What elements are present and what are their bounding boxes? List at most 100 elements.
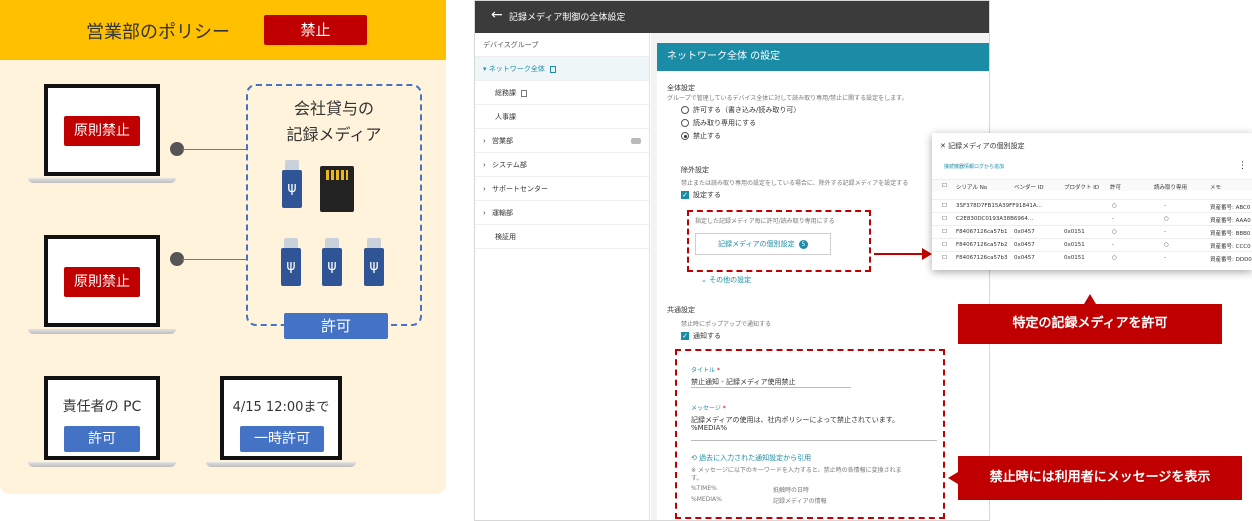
row-checkbox[interactable]: ☐ [942, 255, 947, 261]
cell-memo: 資産番号: CCC0 [1210, 244, 1251, 250]
usb-symbol: ψ [281, 248, 301, 286]
cell-memo: 資産番号: BBB0 [1210, 231, 1251, 237]
callout-allow-specific: 特定の記録メディアを許可 [958, 304, 1222, 344]
sidebar-item-label: ネットワーク全体 [488, 65, 545, 73]
back-arrow-icon[interactable]: ← [491, 7, 503, 23]
manager-pc-label: 責任者の PC [62, 399, 142, 415]
exclusion-checkbox[interactable]: ✓ 設定する [681, 190, 721, 200]
arrow-line [874, 253, 926, 255]
overall-desc: グループで管理しているデバイス全体に対して読み取り専用/禁止に関する設定をします… [667, 95, 908, 102]
cell-product: 0x0151 [1064, 242, 1085, 248]
policy-panel: 営業部のポリシー 禁止 原則禁止 原則禁止 会社貸与の 記録メディア ψ ψ ψ… [0, 0, 446, 494]
temporary-pc-label: 4/15 12:00まで [232, 400, 330, 415]
exclusion-heading: 除外設定 [681, 166, 709, 174]
tag-icon [631, 138, 641, 144]
cell-allow: ○ [1112, 203, 1117, 209]
row-checkbox[interactable]: ☐ [942, 229, 947, 235]
chevron-right-icon: › [483, 137, 486, 145]
laptop-2-base [28, 329, 176, 334]
company-media-title-line2: 記録メディア [286, 125, 382, 144]
sidebar-item-hr[interactable]: 人事課 [475, 105, 649, 129]
more-options-icon[interactable]: ⋮ [1238, 161, 1247, 171]
usb-drive-icon: ψ [322, 238, 342, 286]
radio-ban[interactable]: 禁止する [681, 131, 721, 141]
arrow-head-icon [922, 248, 932, 260]
select-all-checkbox[interactable]: ☐ [942, 183, 947, 189]
usb-symbol: ψ [364, 248, 384, 286]
checkbox-checked-icon: ✓ [681, 191, 689, 199]
sidebar-item-transport[interactable]: › 運輸部 [475, 201, 649, 225]
callout-show-message: 禁止時には利用者にメッセージを表示 [958, 456, 1242, 500]
temporary-pc-badge: 一時許可 [240, 426, 324, 452]
table-row[interactable]: ☐ F84067126ca57b2 0x0457 0x0151 - ○ 資産番号… [932, 238, 1252, 250]
cell-serial: F84067126ca57b1 [956, 229, 1008, 235]
sidebar-item-test[interactable]: 検証用 [475, 225, 649, 249]
close-icon[interactable]: ✕ [940, 142, 948, 150]
usb-drive-icon: ψ [282, 160, 302, 208]
radio-icon [681, 106, 689, 114]
chevron-down-icon: ⌄ [701, 276, 710, 284]
radio-label: 読み取り専用にする [693, 119, 757, 127]
company-media-title-line1: 会社貸与の [293, 99, 374, 118]
row-checkbox[interactable]: ☐ [942, 203, 947, 209]
usb-symbol: ψ [322, 248, 342, 286]
cell-serial: F84067126ca57b2 [956, 242, 1008, 248]
sidebar-item-system[interactable]: › システム部 [475, 153, 649, 177]
card-title: ネットワーク全体 の設定 [657, 43, 989, 71]
policy-ban-badge: 禁止 [264, 15, 367, 45]
cell-memo: 資産番号: ABC0 [1210, 205, 1251, 211]
notify-checkbox[interactable]: ✓ 通知する [681, 331, 721, 341]
cell-allow: - [1112, 242, 1114, 248]
chevron-right-icon: › [483, 185, 486, 193]
sidebar-item-label: サポートセンター [492, 185, 549, 193]
cell-allow: - [1112, 216, 1114, 222]
laptop-2-badge: 原則禁止 [64, 267, 140, 297]
sidebar-item-support[interactable]: › サポートセンター [475, 177, 649, 201]
laptop-1-line [182, 149, 246, 150]
cell-allow: ○ [1112, 255, 1117, 261]
table-row[interactable]: ☐ 3SF378D7FB15A39FF91841A... ○ - 資産番号: A… [932, 199, 1252, 211]
cell-vendor: 0x0457 [1014, 255, 1035, 261]
row-checkbox[interactable]: ☐ [942, 242, 947, 248]
radio-readonly[interactable]: 読み取り専用にする [681, 118, 756, 128]
count-badge: 5 [798, 240, 808, 249]
radio-allow[interactable]: 許可する（書き込み/読み取り可） [681, 105, 800, 115]
add-from-log-link[interactable]: 接続機器情報ログから追加 [944, 163, 1004, 170]
history-link[interactable]: ⟲ 過去に入力された通知設定から引用 [691, 453, 811, 463]
cell-serial: C2E830DC0193A38B6964... [956, 216, 1034, 222]
cell-readonly: - [1164, 255, 1166, 261]
more-settings-link[interactable]: ⌄ その他の設定 [701, 275, 751, 285]
table-row[interactable]: ☐ C2E830DC0193A38B6964... - ○ 資産番号: AAA0 [932, 212, 1252, 224]
callout-pointer-icon [1084, 294, 1096, 304]
title-underline [691, 387, 851, 388]
radio-selected-icon [681, 132, 689, 140]
cell-allow: ○ [1112, 229, 1117, 235]
cell-memo: 資産番号: AAA0 [1210, 218, 1251, 224]
column-header: メモ [1210, 185, 1222, 191]
title-label: タイトル * [691, 367, 720, 374]
sidebar-item-sales[interactable]: › 営業部 [475, 129, 649, 153]
sidebar-item-network[interactable]: ▾ ネットワーク全体 [475, 57, 649, 81]
table-row[interactable]: ☐ F84067126ca57b3 0x0457 0x0151 ○ - 資産番号… [932, 251, 1252, 263]
checkbox-checked-icon: ✓ [681, 332, 689, 340]
column-header: ベンダー ID [1014, 185, 1044, 191]
message-label-text: メッセージ [691, 405, 721, 412]
content-area: ネットワーク全体 の設定 全体設定 グループで管理しているデバイス全体に対して読… [651, 33, 989, 520]
table-header: ☐ シリアル No ベンダー ID プロダクト ID 許可 読み取り専用 メモ [932, 179, 1252, 191]
message-field[interactable]: 記録メディアの使用は、社内ポリシーによって禁止されています。 %MEDIA% [691, 413, 937, 441]
dialog-title: 記録メディアの個別設定 [948, 142, 1025, 150]
row-checkbox[interactable]: ☐ [942, 216, 947, 222]
checkbox-label: 設定する [693, 191, 721, 199]
radio-icon [681, 119, 689, 127]
table-row[interactable]: ☐ F84067126ca57b1 0x0457 0x0151 ○ - 資産番号… [932, 225, 1252, 237]
title-field[interactable]: 禁止通知 - 記録メディア使用禁止 [691, 377, 796, 387]
sidebar-item-general-affairs[interactable]: 総務課 [475, 81, 649, 105]
radio-label: 禁止する [693, 132, 721, 140]
sidebar-item-label: 検証用 [495, 233, 516, 241]
cell-product: 0x0151 [1064, 229, 1085, 235]
usb-drive-icon: ψ [364, 238, 384, 286]
sidebar-item-label: 運輸部 [492, 209, 514, 217]
title-label-text: タイトル [691, 367, 716, 374]
individual-settings-button[interactable]: 記録メディアの個別設定 5 [695, 233, 831, 255]
sidebar-item-label: 営業部 [492, 137, 514, 145]
